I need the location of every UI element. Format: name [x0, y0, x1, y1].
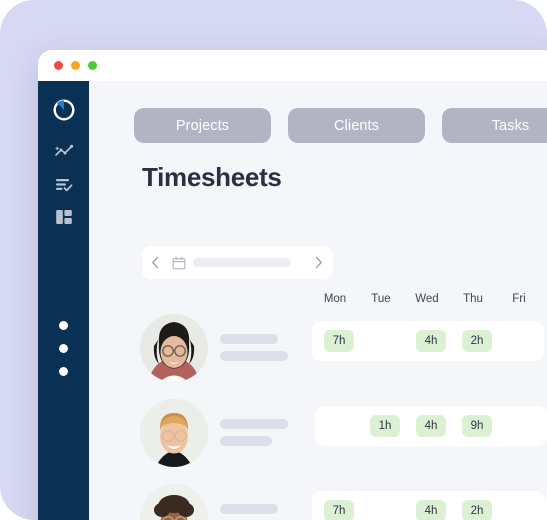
table-row: 1h 4h 9h: [89, 391, 547, 476]
top-tabs: Projects Clients Tasks: [134, 108, 547, 143]
avatar[interactable]: [140, 484, 208, 520]
prev-date-button[interactable]: [142, 246, 168, 279]
avatar[interactable]: [140, 314, 208, 382]
avatar[interactable]: [140, 399, 208, 467]
timesheet-card: 7h 4h 2h: [312, 321, 544, 361]
timesheet-card: 7h 4h 2h: [312, 491, 544, 520]
minimize-window-button[interactable]: [71, 61, 80, 70]
sidebar-item-tasks[interactable]: [38, 170, 89, 200]
chevron-right-icon: [314, 256, 323, 269]
traffic-lights: [54, 61, 97, 70]
sidebar-dots: [38, 321, 89, 376]
name-line-1: [220, 334, 278, 344]
cell-tue[interactable]: 1h: [362, 415, 408, 437]
tab-tasks[interactable]: Tasks: [442, 108, 547, 143]
timesheet-cells: 1h 4h 9h: [316, 406, 546, 446]
name-line-1: [220, 419, 288, 429]
task-list-check-icon: [54, 175, 74, 195]
date-value-placeholder[interactable]: [193, 258, 291, 267]
main-content: Projects Clients Tasks Timesheets Mon Tu…: [89, 81, 547, 520]
hours-badge: 2h: [462, 500, 492, 520]
tab-clients[interactable]: Clients: [288, 108, 425, 143]
sidebar-item-logo[interactable]: [38, 93, 89, 127]
hours-badge: 4h: [416, 330, 446, 352]
name-line-2: [220, 351, 288, 361]
hours-badge: 2h: [462, 330, 492, 352]
page-background: Projects Clients Tasks Timesheets Mon Tu…: [0, 0, 547, 520]
employee-name-placeholder: [220, 334, 288, 368]
cell-wed[interactable]: 4h: [408, 500, 454, 520]
weekday-wed: Wed: [415, 293, 439, 305]
cell-wed[interactable]: 4h: [408, 415, 454, 437]
sidebar-dot-1[interactable]: [59, 321, 68, 330]
timesheet-cells: 7h 4h 2h: [316, 321, 546, 361]
hours-badge: 9h: [462, 415, 492, 437]
cell-thu[interactable]: 2h: [454, 330, 500, 352]
next-date-button[interactable]: [305, 246, 331, 279]
timesheet-cells: 7h 4h 2h: [316, 491, 546, 520]
weekday-mon: Mon: [323, 293, 347, 305]
sidebar-dot-3[interactable]: [59, 367, 68, 376]
sidebar-item-analytics[interactable]: [38, 137, 89, 167]
table-row: 7h 4h 2h: [89, 306, 547, 391]
weekday-fri: Fri: [512, 293, 526, 305]
timesheet-card: 1h 4h 9h: [315, 406, 547, 446]
hours-badge: 4h: [416, 415, 446, 437]
cell-thu[interactable]: 2h: [454, 500, 500, 520]
close-window-button[interactable]: [54, 61, 63, 70]
employee-name-placeholder: [220, 419, 288, 453]
page-title: Timesheets: [142, 162, 282, 192]
chevron-left-icon: [151, 256, 160, 269]
sidebar-item-dashboard[interactable]: [38, 202, 89, 232]
app-window: Projects Clients Tasks Timesheets Mon Tu…: [38, 50, 547, 520]
maximize-window-button[interactable]: [88, 61, 97, 70]
dashboard-grid-icon: [54, 207, 74, 227]
cell-wed[interactable]: 4h: [408, 330, 454, 352]
sidebar-dot-2[interactable]: [59, 344, 68, 353]
analytics-chart-icon: [54, 142, 74, 162]
date-navigation: [142, 246, 333, 279]
weekday-header: Mon Tue Wed Thu Fri: [312, 293, 547, 305]
employee-name-placeholder: [220, 504, 288, 520]
cell-mon[interactable]: 7h: [316, 500, 362, 520]
cell-mon[interactable]: 7h: [316, 330, 362, 352]
hours-badge: 7h: [324, 500, 354, 520]
window-titlebar: [38, 50, 547, 81]
table-row: 7h 4h 2h: [89, 476, 547, 520]
sidebar: [38, 81, 89, 520]
cell-thu[interactable]: 9h: [454, 415, 500, 437]
name-line-2: [220, 436, 272, 446]
hours-badge: 4h: [416, 500, 446, 520]
hours-badge: 1h: [370, 415, 400, 437]
weekday-thu: Thu: [463, 293, 483, 305]
weekday-tue: Tue: [371, 293, 391, 305]
timer-logo-icon: [51, 97, 77, 123]
name-line-1: [220, 504, 278, 514]
tab-projects[interactable]: Projects: [134, 108, 271, 143]
hours-badge: 7h: [324, 330, 354, 352]
calendar-icon[interactable]: [168, 255, 190, 270]
